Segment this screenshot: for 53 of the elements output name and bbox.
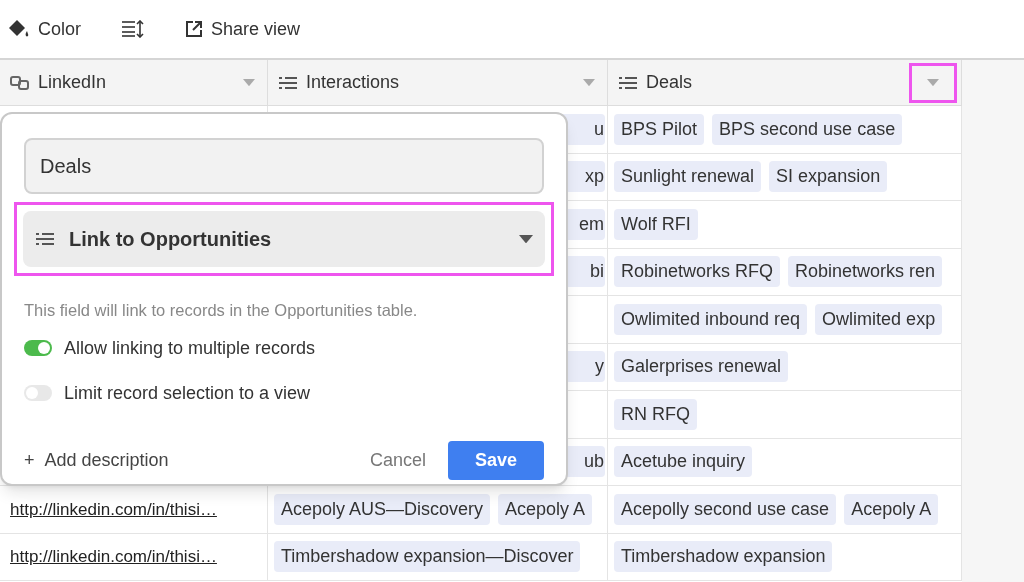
color-button[interactable]: Color — [8, 15, 81, 43]
column-title: Interactions — [306, 71, 400, 94]
share-view-button[interactable]: Share view — [185, 15, 301, 43]
record-chip[interactable]: Owlimited exp — [815, 303, 943, 335]
link-icon — [10, 74, 30, 91]
add-description-button[interactable]: + Add description — [24, 446, 169, 474]
profile-link[interactable]: http://linkedin.com/in/thisi… — [10, 496, 217, 522]
record-chip[interactable]: RN RFQ — [614, 398, 697, 430]
caret-icon — [243, 78, 255, 87]
record-chip[interactable]: Wolf RFI — [614, 208, 698, 240]
linked-records-icon — [278, 75, 298, 90]
field-name-input[interactable]: Deals — [24, 138, 544, 194]
record-chip[interactable]: Acepoly AUS—Discovery — [274, 493, 491, 525]
option-label: Allow linking to multiple records — [64, 336, 316, 360]
cancel-button[interactable]: Cancel — [369, 446, 426, 474]
record-chip[interactable]: Acepoly A — [498, 493, 593, 525]
paint-bucket-icon — [8, 19, 30, 39]
toggle-switch[interactable] — [24, 340, 52, 357]
record-chip[interactable]: Timbershadow expansion — [614, 541, 833, 573]
record-chip[interactable]: Robinetworks ren — [788, 256, 943, 288]
caret-icon — [583, 78, 595, 87]
record-chip[interactable]: Owlimited inbound req — [614, 303, 808, 335]
record-chip[interactable]: BPS Pilot — [614, 113, 705, 145]
column-menu-button[interactable] — [909, 62, 957, 103]
column-header[interactable]: Deals — [608, 60, 962, 105]
record-chip[interactable]: Acetube inquiry — [614, 446, 753, 478]
record-chip[interactable]: Acepoly A — [844, 493, 939, 525]
record-chip[interactable]: BPS second use case — [712, 113, 903, 145]
caret-icon — [519, 234, 533, 244]
profile-link[interactable]: http://linkedin.com/in/thisi… — [10, 544, 217, 570]
record-chip[interactable]: Galerprises renewal — [614, 351, 789, 383]
linked-records-icon — [618, 75, 638, 90]
plus-icon: + — [24, 446, 35, 474]
record-chip[interactable]: SI expansion — [769, 161, 888, 193]
record-chip[interactable]: Timbershadow expansion—Discover — [274, 541, 581, 573]
field-description: This field will link to records in the Opportunities table. — [24, 300, 419, 321]
caret-icon — [927, 78, 939, 87]
record-chip[interactable]: Robinetworks RFQ — [614, 256, 781, 288]
row-height-button[interactable] — [121, 20, 145, 38]
field-type-select[interactable]: Link to Opportunities — [23, 211, 545, 267]
column-title: LinkedIn — [38, 71, 107, 94]
record-chip[interactable]: Acepolly second use case — [614, 493, 837, 525]
option-label: Limit record selection to a view — [64, 381, 311, 405]
share-icon — [185, 20, 203, 38]
column-menu-button[interactable] — [243, 78, 255, 87]
row-height-icon — [121, 20, 145, 38]
linked-records-icon — [35, 232, 55, 246]
column-menu-button[interactable] — [583, 78, 595, 87]
column-header[interactable]: LinkedIn — [0, 60, 268, 105]
column-header[interactable]: Interactions — [268, 60, 608, 105]
record-chip[interactable]: Sunlight renewal — [614, 161, 762, 193]
save-button[interactable]: Save — [448, 440, 544, 480]
column-title: Deals — [646, 71, 693, 94]
